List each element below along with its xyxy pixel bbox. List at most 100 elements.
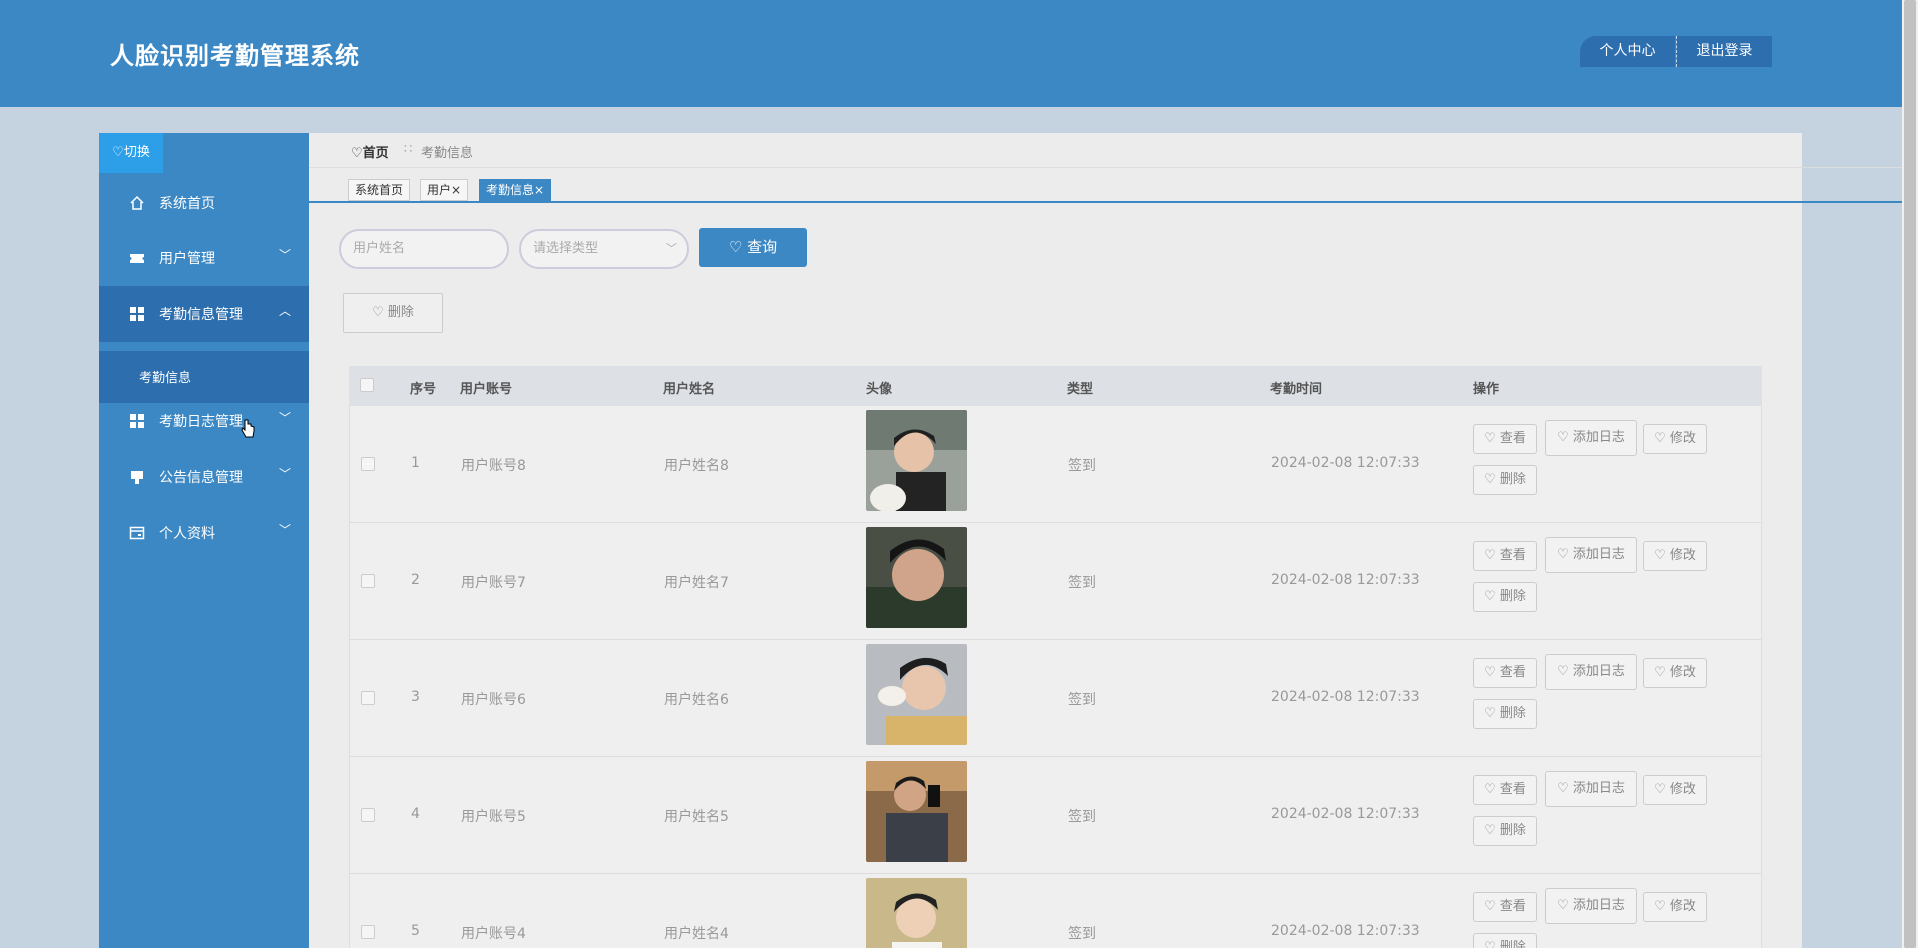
page-scrollbar[interactable] [1902, 0, 1918, 948]
heart-icon: ♡ [1484, 782, 1496, 797]
row-checkbox[interactable] [361, 808, 375, 822]
delete-button[interactable]: ♡ 删除 [1473, 582, 1537, 612]
cell-type: 签到 [1068, 458, 1096, 474]
query-button-label: 查询 [747, 238, 778, 256]
sidebar-item-users[interactable]: 用户管理 ﹀ [99, 230, 309, 286]
cell-name: 用户姓名6 [664, 692, 729, 708]
view-button[interactable]: ♡ 查看 [1473, 658, 1537, 688]
logout-button[interactable]: 退出登录 [1676, 36, 1772, 67]
heart-icon: ♡ [1557, 664, 1569, 679]
edit-button[interactable]: ♡ 修改 [1643, 541, 1707, 571]
query-button[interactable]: ♡ 查询 [699, 228, 807, 267]
personal-center-button[interactable]: 个人中心 [1580, 36, 1675, 67]
avatar [866, 527, 967, 628]
table-row: 5 用户账号4 用户姓名4 签到 2024-02-08 12:07:33 ♡ 查… [349, 874, 1762, 948]
switch-button[interactable]: ♡切换 [99, 133, 163, 173]
row-checkbox[interactable] [361, 925, 375, 939]
heart-icon: ♡ [1654, 548, 1666, 563]
view-label: 查看 [1499, 665, 1526, 680]
add-log-button[interactable]: ♡ 添加日志 [1545, 654, 1637, 690]
delete-button[interactable]: ♡ 删除 [1473, 465, 1537, 495]
add-log-button[interactable]: ♡ 添加日志 [1545, 537, 1637, 573]
col-header-account: 用户账号 [460, 382, 513, 397]
view-button[interactable]: ♡ 查看 [1473, 775, 1537, 805]
batch-delete-button[interactable]: ♡ 删除 [343, 293, 443, 333]
sidebar-item-label: 个人资料 [159, 526, 215, 542]
col-header-name: 用户姓名 [663, 382, 716, 397]
tab-users[interactable]: 用户× [420, 179, 469, 201]
heart-icon: ♡ [1484, 940, 1496, 948]
chevron-down-icon: ﹀ [278, 467, 291, 481]
row-checkbox[interactable] [361, 574, 375, 588]
heart-icon: ♡ [1654, 665, 1666, 680]
sidebar-item-profile[interactable]: 个人资料 ﹀ [99, 505, 309, 561]
heart-icon: ♡ [1654, 782, 1666, 797]
view-button[interactable]: ♡ 查看 [1473, 541, 1537, 571]
chevron-up-icon: ︿ [278, 304, 291, 318]
row-checkbox[interactable] [361, 691, 375, 705]
breadcrumb-home[interactable]: ♡首页 [351, 142, 389, 161]
delete-button[interactable]: ♡ 删除 [1473, 816, 1537, 846]
edit-button[interactable]: ♡ 修改 [1643, 424, 1707, 454]
type-select-placeholder: 请选择类型 [533, 241, 599, 256]
select-all-checkbox[interactable] [360, 378, 374, 392]
add-log-label: 添加日志 [1572, 781, 1625, 796]
heart-icon: ♡ [1484, 472, 1496, 487]
edit-button[interactable]: ♡ 修改 [1643, 775, 1707, 805]
cell-no: 2 [411, 572, 420, 588]
col-header-actions: 操作 [1473, 382, 1500, 397]
delete-label: 删除 [1499, 589, 1526, 604]
add-log-button[interactable]: ♡ 添加日志 [1545, 888, 1637, 924]
heart-icon: ♡ [1484, 899, 1496, 914]
type-select[interactable]: 请选择类型 ﹀ [519, 229, 689, 269]
delete-button[interactable]: ♡ 删除 [1473, 699, 1537, 729]
edit-button[interactable]: ♡ 修改 [1643, 658, 1707, 688]
sidebar-item-notices[interactable]: 公告信息管理 ﹀ [99, 449, 309, 505]
heart-icon: ♡ [1557, 430, 1569, 445]
tab-attendance-info[interactable]: 考勤信息× [479, 179, 552, 201]
heart-icon: ♡ [1557, 547, 1569, 562]
edit-label: 修改 [1669, 899, 1696, 914]
cell-time: 2024-02-08 12:07:33 [1271, 689, 1420, 705]
add-log-label: 添加日志 [1572, 898, 1625, 913]
delete-label: 删除 [1499, 823, 1526, 838]
edit-button[interactable]: ♡ 修改 [1643, 892, 1707, 922]
heart-icon: ♡ [1484, 589, 1496, 604]
sidebar-item-home[interactable]: 系统首页 [99, 175, 309, 231]
chevron-down-icon: ﹀ [666, 242, 677, 255]
table-row: 2 用户账号7 用户姓名7 签到 2024-02-08 12:07:33 ♡ 查… [349, 523, 1762, 640]
scrollbar-thumb[interactable] [1904, 0, 1916, 948]
app-title: 人脸识别考勤管理系统 [110, 42, 360, 70]
sidebar-item-attendance-log[interactable]: 考勤日志管理 ﹀ [99, 393, 309, 449]
sidebar-item-label: 公告信息管理 [159, 470, 243, 486]
table-row: 3 用户账号6 用户姓名6 签到 2024-02-08 12:07:33 ♡ 查… [349, 640, 1762, 757]
add-log-button[interactable]: ♡ 添加日志 [1545, 771, 1637, 807]
add-log-label: 添加日志 [1572, 664, 1625, 679]
add-log-label: 添加日志 [1572, 547, 1625, 562]
breadcrumb-current: 考勤信息 [421, 146, 474, 161]
sidebar-subitem-label: 考勤信息 [139, 371, 192, 386]
view-button[interactable]: ♡ 查看 [1473, 892, 1537, 922]
heart-icon: ♡ [1654, 899, 1666, 914]
tab-home[interactable]: 系统首页 [348, 179, 411, 201]
sidebar-item-attendance[interactable]: 考勤信息管理 ︿ [99, 286, 309, 342]
cell-account: 用户账号5 [461, 809, 526, 825]
home-icon [130, 195, 144, 210]
row-checkbox[interactable] [361, 457, 375, 471]
switch-label: 切换 [123, 145, 150, 160]
cell-type: 签到 [1068, 575, 1096, 591]
delete-button[interactable]: ♡ 删除 [1473, 933, 1537, 948]
add-log-button[interactable]: ♡ 添加日志 [1545, 420, 1637, 456]
delete-label: 删除 [1499, 706, 1526, 721]
cell-no: 4 [411, 806, 420, 822]
user-name-search-input[interactable]: 用户姓名 [339, 229, 509, 269]
cell-time: 2024-02-08 12:07:33 [1271, 923, 1420, 939]
view-button[interactable]: ♡ 查看 [1473, 424, 1537, 454]
cell-no: 3 [411, 689, 420, 705]
heart-icon: ♡ [1484, 706, 1496, 721]
cell-type: 签到 [1068, 692, 1096, 708]
grid-icon [130, 414, 144, 428]
grid-icon [130, 307, 144, 321]
heart-icon: ♡ [1484, 665, 1496, 680]
app-header: 人脸识别考勤管理系统 个人中心 退出登录 [0, 0, 1902, 107]
